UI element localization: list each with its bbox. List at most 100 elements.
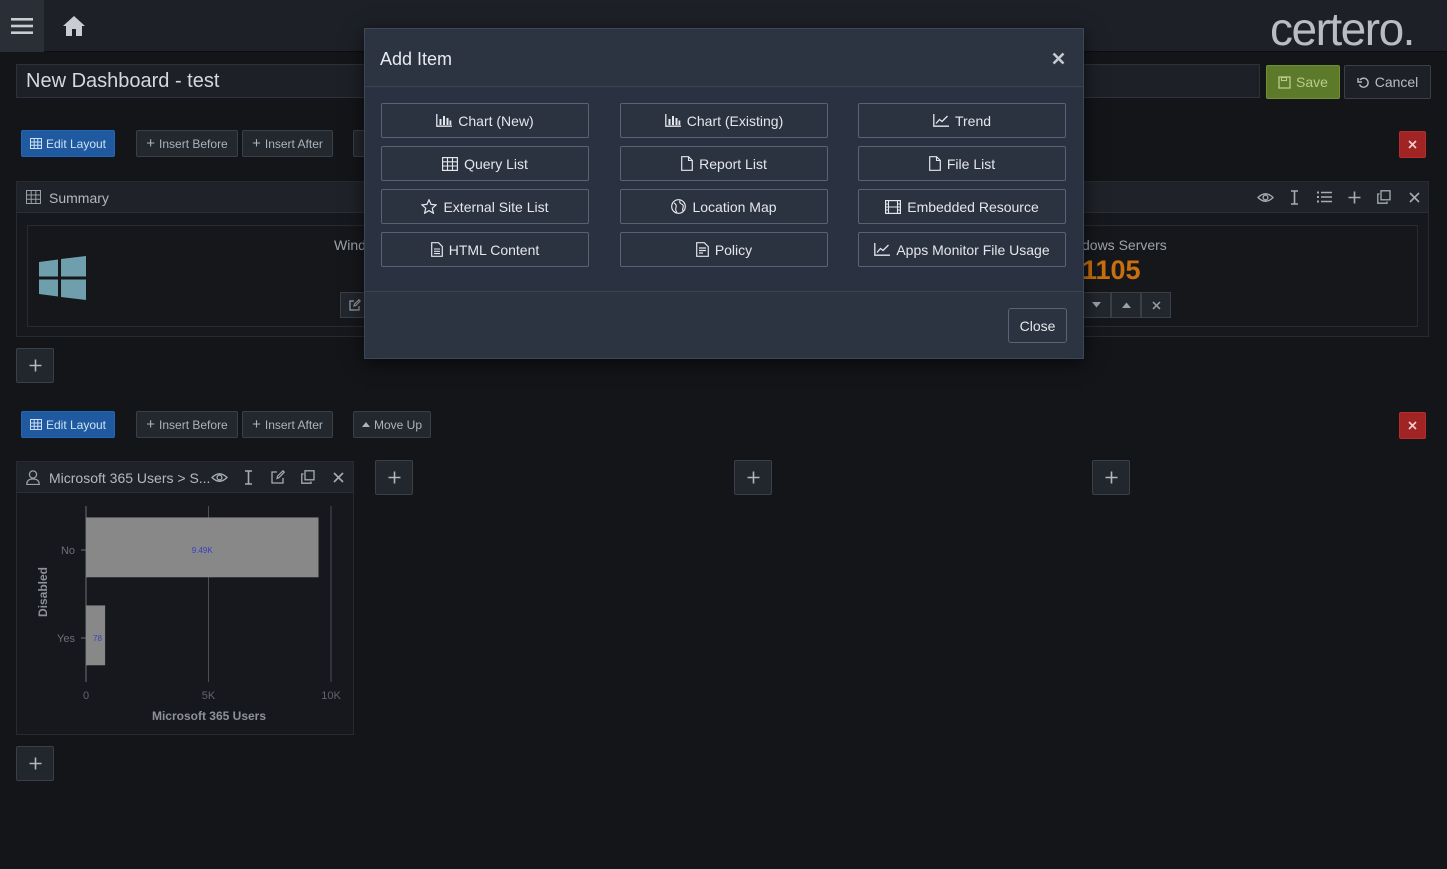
summary-panel-title: Summary <box>49 190 109 206</box>
resize-height-button[interactable] <box>237 466 259 488</box>
caret-up-icon <box>1121 302 1131 308</box>
m365-bar-chart: No Yes 9.49K 78 0 5K 10K Microsoft 365 Users… <box>36 506 342 723</box>
modal-close-button[interactable]: Close <box>1008 308 1067 343</box>
hamburger-menu-button[interactable] <box>0 0 44 52</box>
eye-icon <box>1256 192 1274 202</box>
save-button[interactable]: Save <box>1266 65 1340 99</box>
policy-label: Policy <box>714 241 753 258</box>
bar-chart-icon <box>664 114 681 127</box>
plus-icon <box>388 471 400 484</box>
list-icon <box>1316 191 1332 203</box>
chart-data-label: 78 <box>93 634 102 643</box>
windows-servers-count: 1105 <box>1082 255 1141 285</box>
home-button[interactable] <box>52 10 96 42</box>
modal-header: Add Item <box>365 29 1083 87</box>
eye-icon <box>210 472 228 482</box>
text-cursor-icon <box>1290 189 1298 205</box>
row2-add-widget-col2-button[interactable] <box>375 460 413 495</box>
modal-body: Chart (New) Chart (Existing) Trend Query… <box>365 88 1083 291</box>
row1-edit-layout-button[interactable]: Edit Layout <box>21 130 115 157</box>
plus-icon <box>29 757 41 770</box>
dashboard-title-input-tail[interactable] <box>1084 64 1260 98</box>
row1-delete-button[interactable] <box>1399 131 1426 158</box>
view-button[interactable] <box>208 466 230 488</box>
row1-add-column-button[interactable] <box>16 348 54 383</box>
move-up-button[interactable] <box>1111 292 1141 318</box>
globe-icon <box>671 199 687 214</box>
insert-after-label: Insert After <box>264 417 323 432</box>
trend-icon <box>933 114 949 127</box>
plus-icon: + <box>252 135 261 152</box>
chart-existing-button[interactable]: Chart (Existing) <box>620 103 828 138</box>
m365-panel-header: Microsoft 365 Users > S... <box>17 462 353 493</box>
move-down-button[interactable] <box>1081 292 1111 318</box>
list-button[interactable] <box>1313 186 1335 208</box>
caret-up-icon <box>361 422 370 427</box>
row2-edit-layout-button[interactable]: Edit Layout <box>21 411 115 438</box>
trend-icon <box>874 243 891 256</box>
html-content-label: HTML Content <box>448 241 540 258</box>
row2-insert-before-button[interactable]: + Insert Before <box>136 411 238 438</box>
file-icon <box>928 156 941 171</box>
add-widget-button[interactable] <box>1343 186 1365 208</box>
policy-button[interactable]: Policy <box>620 232 828 267</box>
chart-y-axis-label: Disabled <box>36 567 50 617</box>
resize-height-button[interactable] <box>1283 186 1305 208</box>
certero-logo: certero. <box>1270 3 1415 55</box>
row2-add-widget-col4-button[interactable] <box>1092 460 1130 495</box>
close-icon <box>1408 140 1417 149</box>
duplicate-button[interactable] <box>297 466 319 488</box>
trend-button[interactable]: Trend <box>858 103 1066 138</box>
remove-stat-button[interactable] <box>1141 292 1171 318</box>
film-icon <box>885 199 902 214</box>
row2-add-column-button[interactable] <box>16 746 54 781</box>
row2-add-widget-col3-button[interactable] <box>734 460 772 495</box>
row1-insert-after-button[interactable]: + Insert After <box>242 130 333 157</box>
chart-new-label: Chart (New) <box>458 112 534 129</box>
grid-icon <box>29 138 42 149</box>
html-content-button[interactable]: HTML Content <box>381 232 589 267</box>
report-list-button[interactable]: Report List <box>620 146 828 181</box>
close-icon <box>1408 421 1417 430</box>
report-list-label: Report List <box>699 155 767 172</box>
row2-delete-button[interactable] <box>1399 412 1426 439</box>
dashboard-title-input[interactable]: New Dashboard - test <box>16 64 376 98</box>
apps-monitor-file-usage-button[interactable]: Apps Monitor File Usage <box>858 232 1066 267</box>
remove-panel-button[interactable] <box>1403 186 1425 208</box>
chart-x-tick-label: 5K <box>202 690 216 702</box>
file-list-button[interactable]: File List <box>858 146 1066 181</box>
plus-icon: + <box>146 416 156 433</box>
chart-new-button[interactable]: Chart (New) <box>381 103 589 138</box>
location-map-button[interactable]: Location Map <box>620 189 828 224</box>
external-site-list-button[interactable]: External Site List <box>381 189 589 224</box>
windows-logo-icon <box>39 256 86 300</box>
user-icon <box>26 470 40 485</box>
plus-icon: + <box>252 416 261 433</box>
chart-x-tick-labels: 0 5K 10K <box>83 690 342 702</box>
policy-icon <box>695 242 709 257</box>
duplicate-button[interactable] <box>1373 186 1395 208</box>
file-icon <box>681 156 694 171</box>
chart-existing-label: Chart (Existing) <box>686 112 784 129</box>
edit-layout-label: Edit Layout <box>45 417 107 432</box>
view-button[interactable] <box>1254 186 1276 208</box>
home-icon <box>63 16 85 36</box>
row2-move-up-button[interactable]: Move Up <box>353 411 431 438</box>
embedded-resource-button[interactable]: Embedded Resource <box>858 189 1066 224</box>
undo-icon <box>1357 77 1369 88</box>
query-list-button[interactable]: Query List <box>381 146 589 181</box>
remove-panel-button[interactable] <box>327 466 349 488</box>
row2-insert-after-button[interactable]: + Insert After <box>242 411 333 438</box>
windows-servers-label: dows Servers <box>1082 237 1167 253</box>
insert-after-label: Insert After <box>264 136 323 151</box>
chart-x-axis-label: Microsoft 365 Users <box>152 709 266 723</box>
cancel-button[interactable]: Cancel <box>1344 65 1431 99</box>
copy-icon <box>301 470 315 484</box>
edit-chart-button[interactable] <box>267 466 289 488</box>
star-icon <box>421 199 438 214</box>
modal-title: Add Item <box>380 49 453 69</box>
row1-insert-before-button[interactable]: + Insert Before <box>136 130 238 157</box>
move-up-label: Move Up <box>373 417 423 432</box>
modal-close-x-button[interactable] <box>1047 47 1069 69</box>
insert-before-label: Insert Before <box>159 417 228 432</box>
